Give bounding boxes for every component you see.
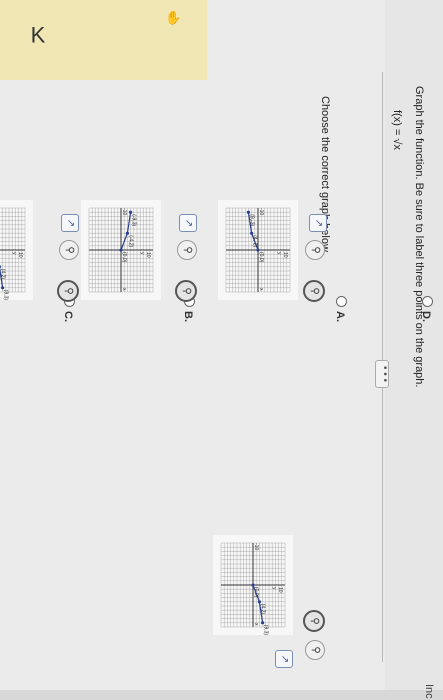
zoom-icon[interactable]: ⚲ <box>57 280 79 302</box>
option-d-label: D. <box>420 311 432 322</box>
back-arrow-icon[interactable]: K <box>31 22 46 48</box>
point-label: (9,3) <box>3 290 9 300</box>
x-tick-min: -10 <box>253 543 259 550</box>
edge-label: Inc <box>423 684 435 699</box>
point-label: (0,0) <box>121 252 127 263</box>
point-label: (4,2) <box>259 604 265 615</box>
point-label: (9,3) <box>263 625 269 635</box>
radio-icon[interactable] <box>336 296 347 307</box>
option-a-label: A. <box>334 311 346 322</box>
graph-a-svg: 10-10xy(0,0)(4,-2)(9,-3) <box>225 207 291 293</box>
point-label: (9,-3) <box>248 214 254 226</box>
point-label: (4,-2) <box>252 235 258 247</box>
expand-icon[interactable]: ↗ <box>275 650 293 668</box>
point-label: (-9,3) <box>131 214 137 226</box>
y-tick-max: 10 <box>145 252 151 258</box>
option-b-graph: 10 -10 x y (0,0) (-4,2) (-9,3) <box>81 200 161 300</box>
hand-icon[interactable]: ✋ <box>165 10 181 26</box>
option-d-graph: 10 -10 x y (0,0) (4,2) (9,3) <box>213 535 293 635</box>
option-c-label: C. <box>62 311 74 322</box>
point-label: (0,0) <box>258 252 264 263</box>
rotated-screen: ✋ K Graph the function. Be sure to label… <box>0 0 443 700</box>
y-tick-max: 10 <box>282 252 288 258</box>
expand-icon[interactable]: ↗ <box>61 214 79 232</box>
expand-icon[interactable]: ↗ <box>309 214 327 232</box>
zoom-out-icon[interactable]: ⚲ <box>59 240 79 260</box>
y-tick-max: 10 <box>17 252 23 258</box>
function-text: f(x) = √x <box>391 110 403 150</box>
option-b-label: B. <box>182 311 194 322</box>
point-label: (0,0) <box>253 587 259 598</box>
x-tick-min: -10 <box>121 208 127 215</box>
zoom-icon[interactable]: ⚲ <box>303 610 325 632</box>
y-tick-max: 10 <box>277 587 283 593</box>
point-label: (-4,2) <box>127 235 133 247</box>
zoom-out-icon[interactable]: ⚲ <box>305 640 325 660</box>
right-edge <box>0 690 443 700</box>
x-tick-min: -10 <box>258 208 264 215</box>
graph-c-svg: 10-10xy(0,0)(4,2)(9,3) <box>0 207 26 300</box>
zoom-icon[interactable]: ⚲ <box>303 280 325 302</box>
option-a-graph: 10 -10 x y (0,0) (4,-2) (9,-3) <box>218 200 298 300</box>
option-c-graph: 10-10xy(0,0)(4,2)(9,3) <box>0 200 33 300</box>
more-button[interactable]: • • • <box>375 360 390 388</box>
graph-b-svg: 10-10xy(0,0)(-4,2)(-9,3) <box>88 207 154 293</box>
radio-icon[interactable] <box>422 296 433 307</box>
option-d-radio[interactable]: D. <box>420 296 433 322</box>
point-label: (4,2) <box>0 269 5 280</box>
zoom-icon[interactable]: ⚲ <box>175 280 197 302</box>
graph-d-svg: 10-10xy(0,0)(4,2)(9,3) <box>220 542 286 635</box>
zoom-out-icon[interactable]: ⚲ <box>177 240 197 260</box>
option-a-radio[interactable]: A. <box>334 296 347 322</box>
zoom-out-icon[interactable]: ⚲ <box>305 240 325 260</box>
expand-icon[interactable]: ↗ <box>179 214 197 232</box>
